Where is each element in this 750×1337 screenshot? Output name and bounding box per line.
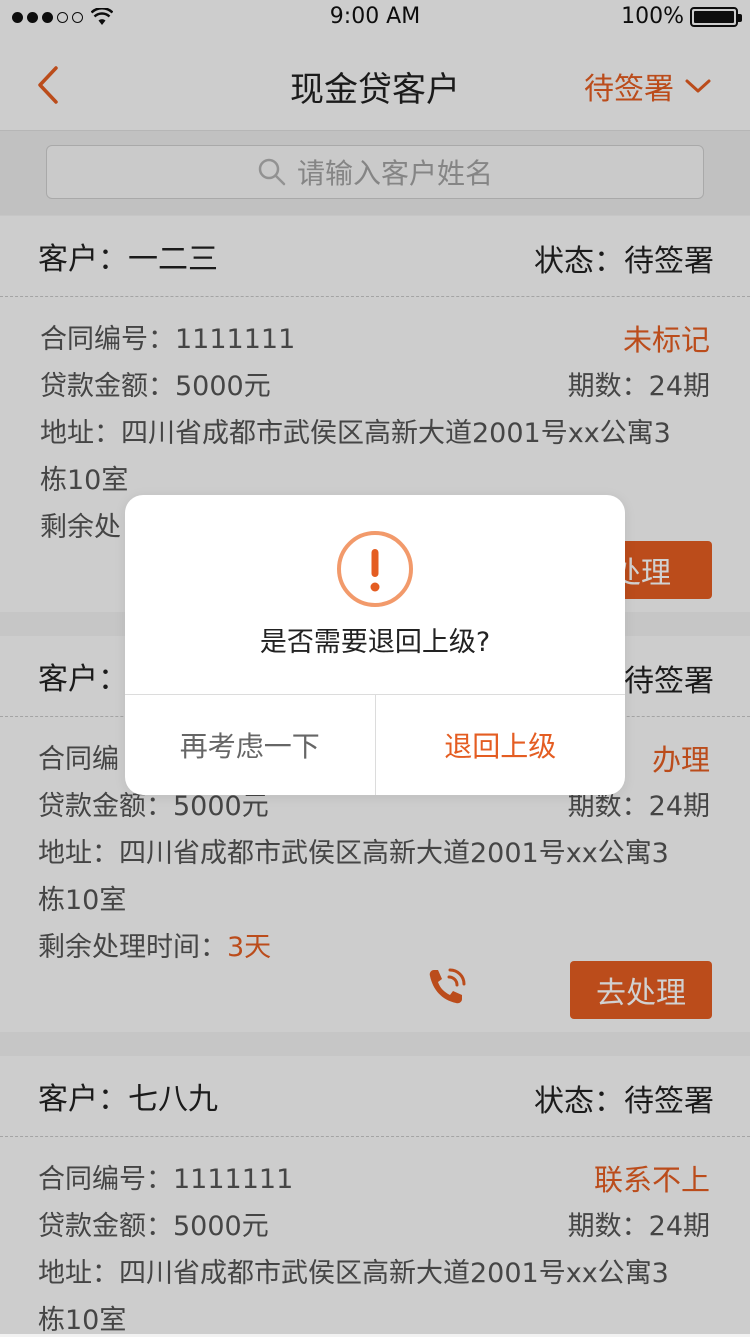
warning-icon (337, 531, 413, 607)
confirm-dialog: 是否需要退回上级? 再考虑一下 退回上级 (125, 495, 625, 795)
return-to-superior-button[interactable]: 退回上级 (376, 695, 626, 795)
dialog-message: 是否需要退回上级? (259, 627, 491, 658)
dialog-actions: 再考虑一下 退回上级 (125, 694, 625, 795)
reconsider-button[interactable]: 再考虑一下 (125, 695, 376, 795)
